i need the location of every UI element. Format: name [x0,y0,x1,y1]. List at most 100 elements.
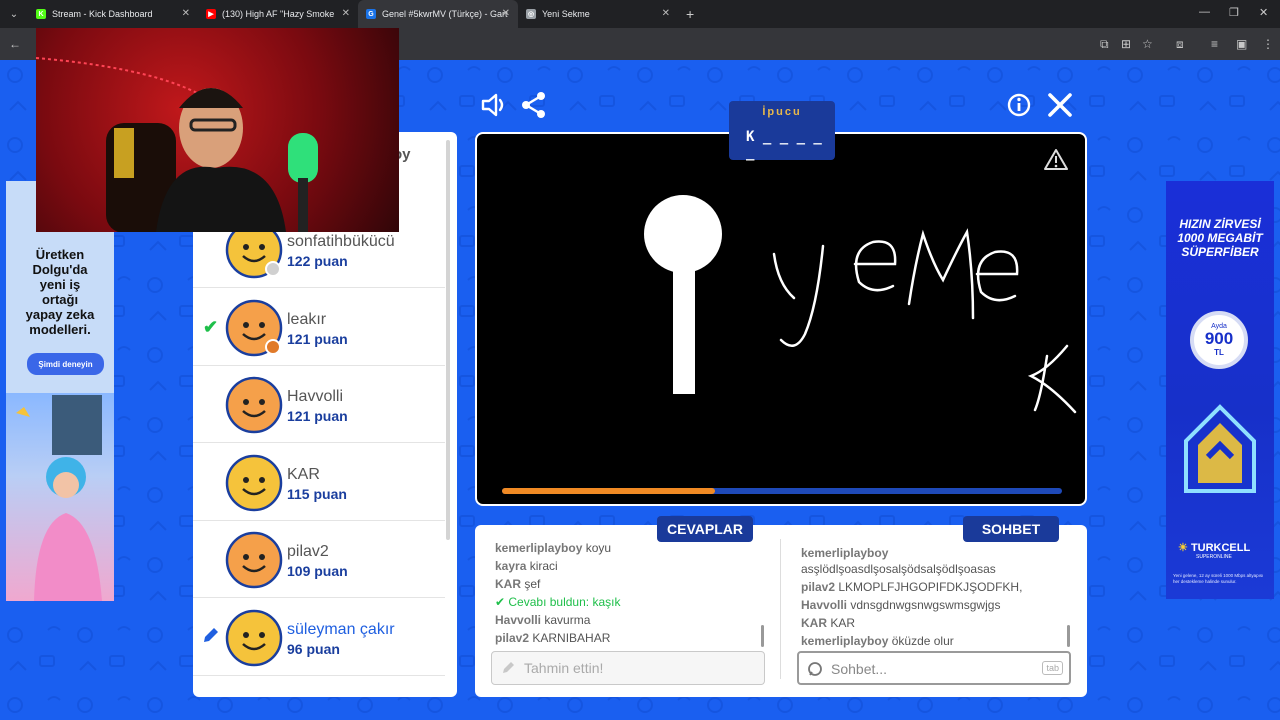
hint-box: İpucu K _ _ _ _ _ [729,101,835,161]
ad-illustration [6,393,114,601]
drawing-canvas[interactable] [475,132,1087,506]
chat-list: kemerliplayboy asşlödlşoasdlşosalşödsalş… [801,545,1063,651]
browser-tab[interactable]: ▶ (130) High AF "Hazy Smoke ✕ [198,0,358,28]
player-avatar [225,531,283,589]
chat-input[interactable]: Sohbet... tab [797,651,1071,685]
answers-chat-panel: CEVAPLAR SOHBET kemerliplayboy koyu kayra… [475,516,1087,697]
right-ad-panel[interactable]: HIZIN ZİRVESİ 1000 MEGABİT SÜPERFİBER Ay… [1166,181,1274,599]
message-text: asşlödlşoasdlşosalşödsalşödlşoasas [801,562,996,576]
answer-message: kemerliplayboy koyu [495,539,765,557]
player-avatar [225,376,283,434]
chat-message: pilav2 LKMOPLFJHGOPIFDKJŞODFKH, [801,579,1063,595]
info-icon[interactable] [1004,90,1034,120]
player-name: sonfatihbükücü [287,233,395,250]
hint-title: İpucu [762,106,802,118]
player-score: 115 puan [287,485,347,502]
message-user: kemerliplayboy [495,541,583,555]
message-text: öküzde olur [891,634,954,648]
player-row[interactable]: ✔ leakır 121 puan [193,289,445,366]
message-user: KAR [495,577,521,591]
chat-message: KAR KAR [801,615,1063,631]
tab-search-chevron-icon[interactable]: ⌄ [0,0,28,28]
close-icon[interactable] [1045,90,1075,120]
window-close-button[interactable]: ✕ [1259,6,1268,19]
chat-scrollbar[interactable] [1067,625,1070,647]
player-row[interactable]: KAR 115 puan [193,444,445,521]
left-ad-panel[interactable]: Üretken Dolgu'da yeni iş ortağı yapay ze… [6,181,114,601]
message-text: vdnsgdnwgsnwgswmsgwjgs [850,598,1001,612]
sound-icon[interactable] [479,90,509,120]
message-user: kayra [495,559,527,573]
message-user: pilav2 [495,631,530,645]
tab-favicon-icon: K [36,9,46,19]
report-warning-icon[interactable] [1044,148,1068,172]
chat-message: Havvolli vdnsgdnwgsnwgswmsgwjgs [801,597,1063,613]
player-name: Havvolli [287,388,344,405]
message-text: KAR [830,616,856,630]
tab-title: (130) High AF "Hazy Smoke [222,9,335,19]
tab-close-icon[interactable]: ✕ [502,8,510,19]
chat-tab[interactable]: SOHBET [963,516,1059,542]
ad-cta-button[interactable]: Şimdi deneyin [27,353,104,375]
player-score: 121 puan [287,330,348,347]
player-list-scrollbar[interactable] [446,140,450,540]
tab-close-icon[interactable]: ✕ [182,8,190,19]
message-text: LKMOPLFJHGOPIFDKJŞODFKH, [838,580,1023,594]
drawing-strokes [644,195,1077,414]
extensions-icon[interactable]: ⧈ [1176,37,1184,52]
tab-key-hint: tab [1042,661,1063,675]
message-user: Havvolli [801,598,848,612]
player-score: 121 puan [287,408,348,424]
panel-divider [780,539,781,679]
player-score: 96 puan [287,640,340,657]
browser-tab[interactable]: K Stream - Kick Dashboard ✕ [28,0,198,28]
player-avatar [225,299,283,356]
browser-tab-bar: ⌄ K Stream - Kick Dashboard ✕ ▶ (130) High A… [0,0,1280,28]
player-name: leakır [287,310,327,328]
translate-icon[interactable]: ⧉ [1100,37,1109,52]
message-text: kavurma [544,613,591,627]
answers-list: kemerliplayboy koyu kayra kiraci KAR şef ✔ … [495,539,765,647]
share-icon[interactable] [519,90,549,120]
drawing-pencil-icon [204,627,218,642]
back-arrow-icon[interactable]: ← [9,37,21,51]
player-row[interactable]: süleyman çakır 96 puan [193,599,445,676]
profile-avatar[interactable]: ▣ [1236,37,1247,51]
guess-input[interactable]: Tahmin ettin! [491,651,765,685]
message-text: KARNIBAHAR [532,631,611,645]
message-text: koyu [585,541,612,555]
price-badge: Ayda 900 TL [1190,311,1248,369]
chat-placeholder: Sohbet... [831,661,888,677]
guessed-check-icon: ✔ [203,316,219,337]
player-name: pilav2 [287,543,329,560]
tab-close-icon[interactable]: ✕ [342,8,350,19]
media-icon[interactable]: ≡ [1211,37,1218,51]
player-row[interactable]: pilav2 109 puan [193,521,445,598]
message-text: şef [524,577,541,591]
minimize-button[interactable]: — [1199,6,1210,18]
install-icon[interactable]: ⊞ [1121,37,1131,51]
message-user: KAR [801,616,827,630]
message-user: pilav2 [801,580,836,594]
browser-tab[interactable]: ◎ Yeni Sekme ✕ [518,0,678,28]
found-check-icon: ✔ [495,595,509,609]
menu-kebab-icon[interactable]: ⋮ [1262,37,1274,51]
player-name: süleyman çakır [287,620,395,638]
left-ad-copy: Üretken Dolgu'da yeni iş ortağı yapay ze… [25,247,95,337]
player-score: 122 puan [287,253,348,269]
restore-button[interactable]: ❐ [1229,6,1239,19]
tab-title: Yeni Sekme [542,9,590,19]
player-avatar [225,609,283,666]
tab-close-icon[interactable]: ✕ [662,8,670,19]
tab-favicon-icon: ▶ [206,9,216,19]
answer-message: pilav2 KARNIBAHAR [495,629,765,647]
tab-title: Genel #5kwrMV (Türkçe) - Gart [382,9,508,19]
ad-fine-print: Yeni gelene, 12 ay süreli 1000 Mbps alty… [1173,573,1264,584]
streamer-webcam [36,28,399,232]
answers-scrollbar[interactable] [761,625,764,647]
new-tab-button[interactable]: + [686,6,694,22]
browser-tab[interactable]: G Genel #5kwrMV (Türkçe) - Gart ✕ [358,0,518,28]
player-row[interactable]: Havvolli 121 puan [193,366,445,443]
answer-message: kayra kiraci [495,557,765,575]
bookmark-star-icon[interactable]: ☆ [1142,37,1153,51]
